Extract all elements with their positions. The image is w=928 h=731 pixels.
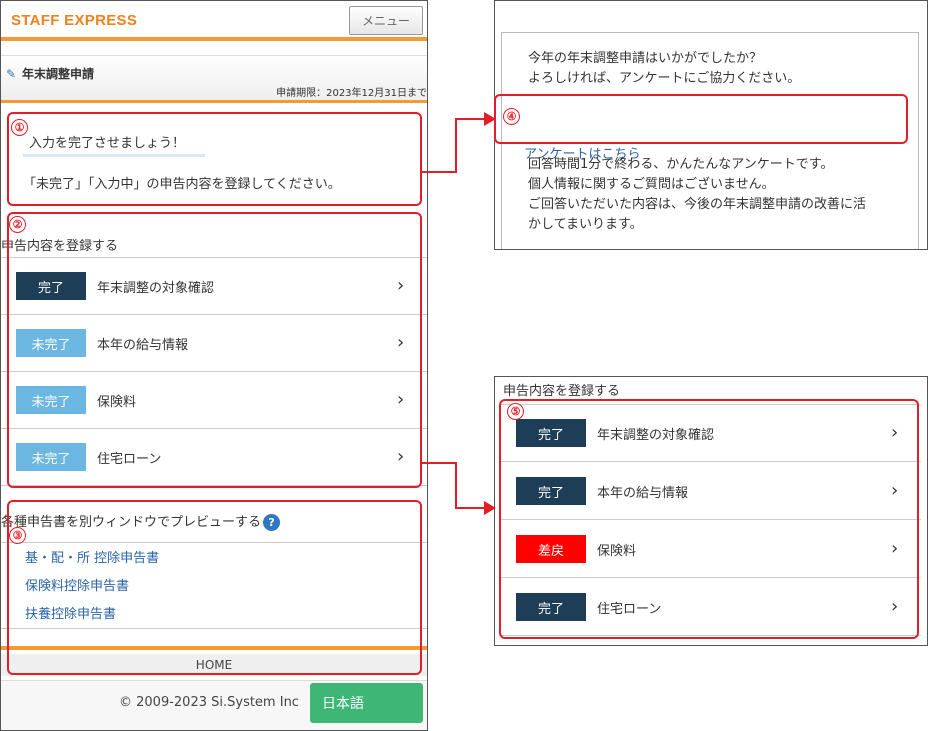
annotation-number-2: ② [9,216,26,233]
brand-logo: STAFF EXPRESS [11,12,138,29]
footer: © 2009-2023 Si.System Inc 日本語 [1,680,427,730]
survey-intro-1: 今年の年末調整申請はいかがでしたか？ [528,51,763,66]
survey-intro-2: よろしければ、アンケートにご協力ください。 [528,71,801,86]
language-button[interactable]: 日本語 [310,683,423,723]
survey-note-4: かしてまいります。 [528,217,643,232]
annotation-box-4 [494,94,908,144]
annotation-number-5: ⑤ [507,403,524,420]
annotation-number-4: ④ [503,108,520,125]
annotation-number-1: ① [11,119,28,136]
pencil-icon: ✎ [6,67,17,81]
title-bar: ✎ 年末調整申請 申請期限：2023年12月31日まで [1,55,427,103]
annotation-box-5 [499,399,919,639]
register-heading: 申告内容を登録する [503,384,621,399]
arrow-right-icon [422,462,496,515]
annotation-box-1 [7,112,422,206]
app-header: STAFF EXPRESS メニュー [1,1,427,41]
copyright-text: © 2009-2023 Si.System Inc [119,695,299,710]
arrow-right-icon [422,112,496,173]
annotation-box-3 [7,500,422,675]
survey-note-3: ご回答いただいた内容は、今後の年末調整申請の改善に活 [528,197,867,212]
deadline-text: 申請期限：2023年12月31日まで [276,88,427,99]
survey-note-1: 回答時間1分で終わる、かんたんなアンケートです。 [528,157,834,172]
annotation-number-3: ③ [9,527,26,544]
survey-note-2: 個人情報に関するご質問はございません。 [528,177,775,192]
menu-button[interactable]: メニュー [349,6,423,35]
annotation-box-2 [7,212,422,488]
page-title: 年末調整申請 [22,67,95,81]
